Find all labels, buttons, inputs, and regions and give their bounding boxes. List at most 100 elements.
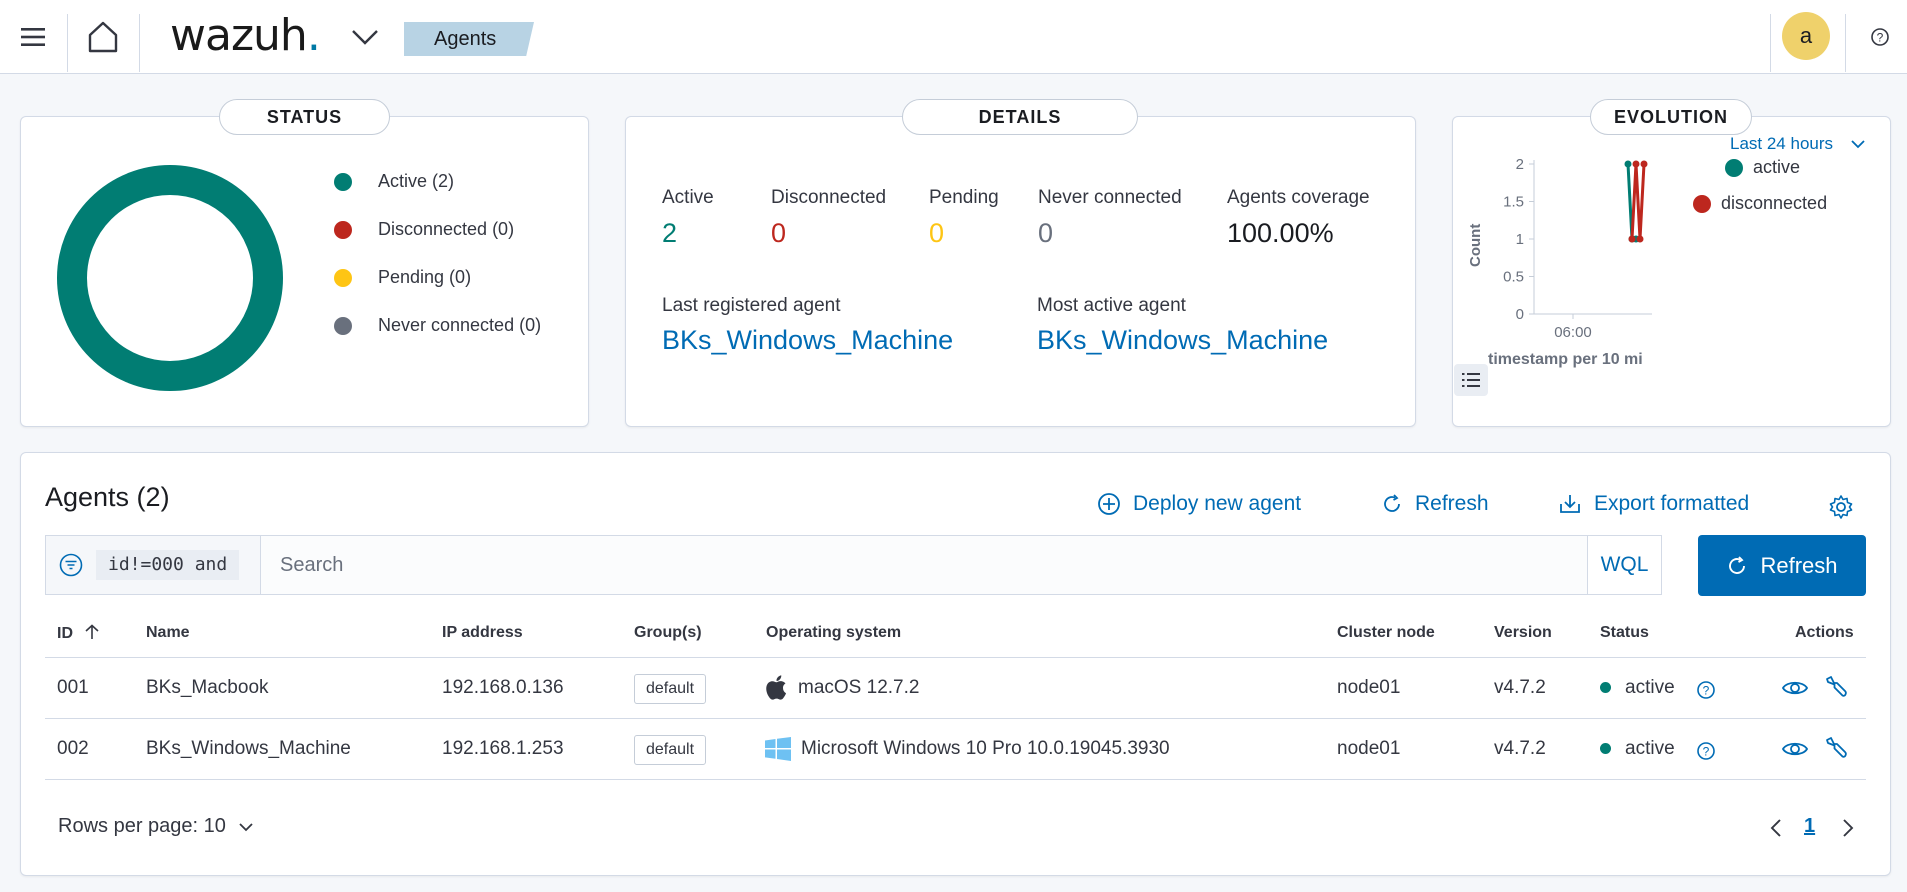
chevron-right-icon [1843, 819, 1854, 837]
group-badge[interactable]: default [634, 735, 707, 765]
cell-status: active [1600, 738, 1675, 760]
stat-value-pending[interactable]: 0 [929, 218, 944, 249]
wql-toggle[interactable]: WQL [1587, 536, 1661, 594]
evolution-legend-disconnected[interactable]: disconnected [1693, 193, 1827, 214]
legend-dot [1693, 194, 1711, 213]
rows-per-page-dropdown[interactable]: Rows per page: 10 [58, 815, 254, 838]
stat-value-disconnected[interactable]: 0 [771, 218, 786, 249]
export-formatted-button[interactable]: Export formatted [1558, 492, 1749, 516]
column-header-name[interactable]: Name [146, 624, 190, 642]
last-registered-agent-link[interactable]: BKs_Windows_Machine [662, 325, 953, 356]
header-divider [1845, 14, 1846, 72]
cell-ip: 192.168.1.253 [442, 738, 564, 759]
legend-label: Never connected (0) [378, 315, 542, 335]
stat-value-never-connected[interactable]: 0 [1038, 218, 1053, 249]
app-switcher-button[interactable] [345, 0, 385, 74]
series-point-disconnected [1628, 235, 1636, 243]
evolution-panel-title: EVOLUTION [1590, 99, 1752, 135]
series-line-disconnected [1630, 163, 1646, 240]
cell-os: macOS 12.7.2 [798, 677, 920, 698]
refresh-icon [1729, 555, 1746, 574]
cell-version: v4.7.2 [1494, 677, 1546, 698]
column-header-status[interactable]: Status [1600, 624, 1649, 642]
chevron-down-icon [1851, 140, 1865, 149]
svg-text:?: ? [1703, 684, 1710, 698]
plus-circle-icon [1098, 493, 1120, 515]
most-active-label: Most active agent [1037, 295, 1186, 316]
view-agent-eye-icon[interactable] [1780, 736, 1810, 762]
refresh-button[interactable]: Refresh [1698, 535, 1866, 596]
most-active-agent-link[interactable]: BKs_Windows_Machine [1037, 325, 1328, 356]
legend-label: active [1753, 157, 1801, 177]
row-divider [45, 657, 1866, 658]
header-divider [1770, 14, 1771, 72]
legend-disconnected[interactable]: Disconnected (0) [334, 219, 514, 240]
column-header-id[interactable]: ID [57, 624, 101, 643]
series-point-disconnected [1636, 235, 1644, 243]
status-donut-chart [57, 165, 283, 391]
help-icon: ? [1871, 28, 1889, 46]
breadcrumb-label: Agents [434, 27, 497, 50]
next-page-button[interactable] [1837, 815, 1859, 841]
rows-per-page-label: Rows per page: 10 [58, 815, 226, 837]
legend-active[interactable]: Active (2) [334, 171, 454, 192]
user-avatar[interactable]: a [1782, 12, 1830, 60]
view-agent-eye-icon[interactable] [1780, 675, 1810, 701]
previous-page-button[interactable] [1765, 815, 1787, 841]
breadcrumb-agents[interactable]: Agents [404, 22, 534, 56]
help-button[interactable]: ? [1860, 0, 1900, 74]
x-axis-label: timestamp per 10 mi [1488, 351, 1643, 368]
stat-label: Pending [929, 187, 999, 208]
evolution-line-chart: 0 0.5 1 1.5 2 06:00 Count timestamp per 10 mi [1467, 156, 1652, 368]
stat-label: Active [662, 187, 714, 208]
time-range-dropdown[interactable]: Last 24 hours [1730, 134, 1866, 154]
filter-icon [59, 553, 83, 577]
header-divider [139, 14, 140, 72]
row-divider [45, 718, 1866, 719]
status-help-icon[interactable]: ? [1694, 739, 1718, 763]
legend-never-connected[interactable]: Never connected (0) [334, 315, 541, 336]
stat-value-active[interactable]: 2 [662, 218, 677, 249]
evolution-legend-active[interactable]: active [1725, 157, 1800, 178]
status-dot [1600, 743, 1611, 755]
chevron-down-icon [352, 30, 378, 45]
refresh-button-label: Refresh [1760, 552, 1838, 578]
x-tick-label: 06:00 [1554, 324, 1592, 341]
series-point-disconnected [1632, 160, 1640, 168]
column-header-os[interactable]: Operating system [766, 624, 901, 642]
refresh-label: Refresh [1415, 492, 1489, 515]
home-button[interactable] [68, 0, 138, 74]
deploy-new-agent-button[interactable]: Deploy new agent [1097, 492, 1301, 516]
page-number-current[interactable]: 1 [1804, 815, 1815, 838]
legend-label: Pending (0) [378, 267, 472, 287]
export-label: Export formatted [1594, 492, 1750, 515]
search-input[interactable] [280, 536, 1600, 594]
search-filter-area[interactable]: id!=000 and [46, 536, 261, 594]
status-panel-title: STATUS [219, 99, 390, 135]
top-header: wazuh. Agents a ? [0, 0, 1907, 74]
menu-button[interactable] [0, 0, 66, 74]
configure-agent-wrench-icon[interactable] [1822, 734, 1850, 762]
wazuh-logo[interactable]: wazuh. [170, 10, 321, 61]
column-header-groups[interactable]: Group(s) [634, 624, 702, 642]
configure-agent-wrench-icon[interactable] [1822, 673, 1850, 701]
legend-pending[interactable]: Pending (0) [334, 267, 471, 288]
cell-version: v4.7.2 [1494, 738, 1546, 759]
cell-ip: 192.168.0.136 [442, 677, 564, 698]
column-header-version[interactable]: Version [1494, 624, 1552, 642]
toggle-legend-button[interactable] [1454, 364, 1488, 396]
group-badge[interactable]: default [634, 674, 707, 704]
apple-icon [764, 674, 788, 700]
status-help-icon[interactable]: ? [1694, 678, 1718, 702]
legend-label: Active (2) [378, 171, 455, 191]
y-tick-label: 1.5 [1503, 194, 1524, 211]
legend-dot [334, 316, 352, 335]
legend-label: Disconnected (0) [378, 219, 515, 239]
cell-cluster-node: node01 [1337, 677, 1401, 698]
column-header-cluster-node[interactable]: Cluster node [1337, 624, 1435, 642]
refresh-link-button[interactable]: Refresh [1381, 492, 1489, 516]
deploy-label: Deploy new agent [1133, 492, 1302, 515]
table-settings-button[interactable] [1826, 492, 1856, 522]
column-header-ip[interactable]: IP address [442, 624, 523, 642]
stat-label: Never connected [1038, 187, 1182, 208]
